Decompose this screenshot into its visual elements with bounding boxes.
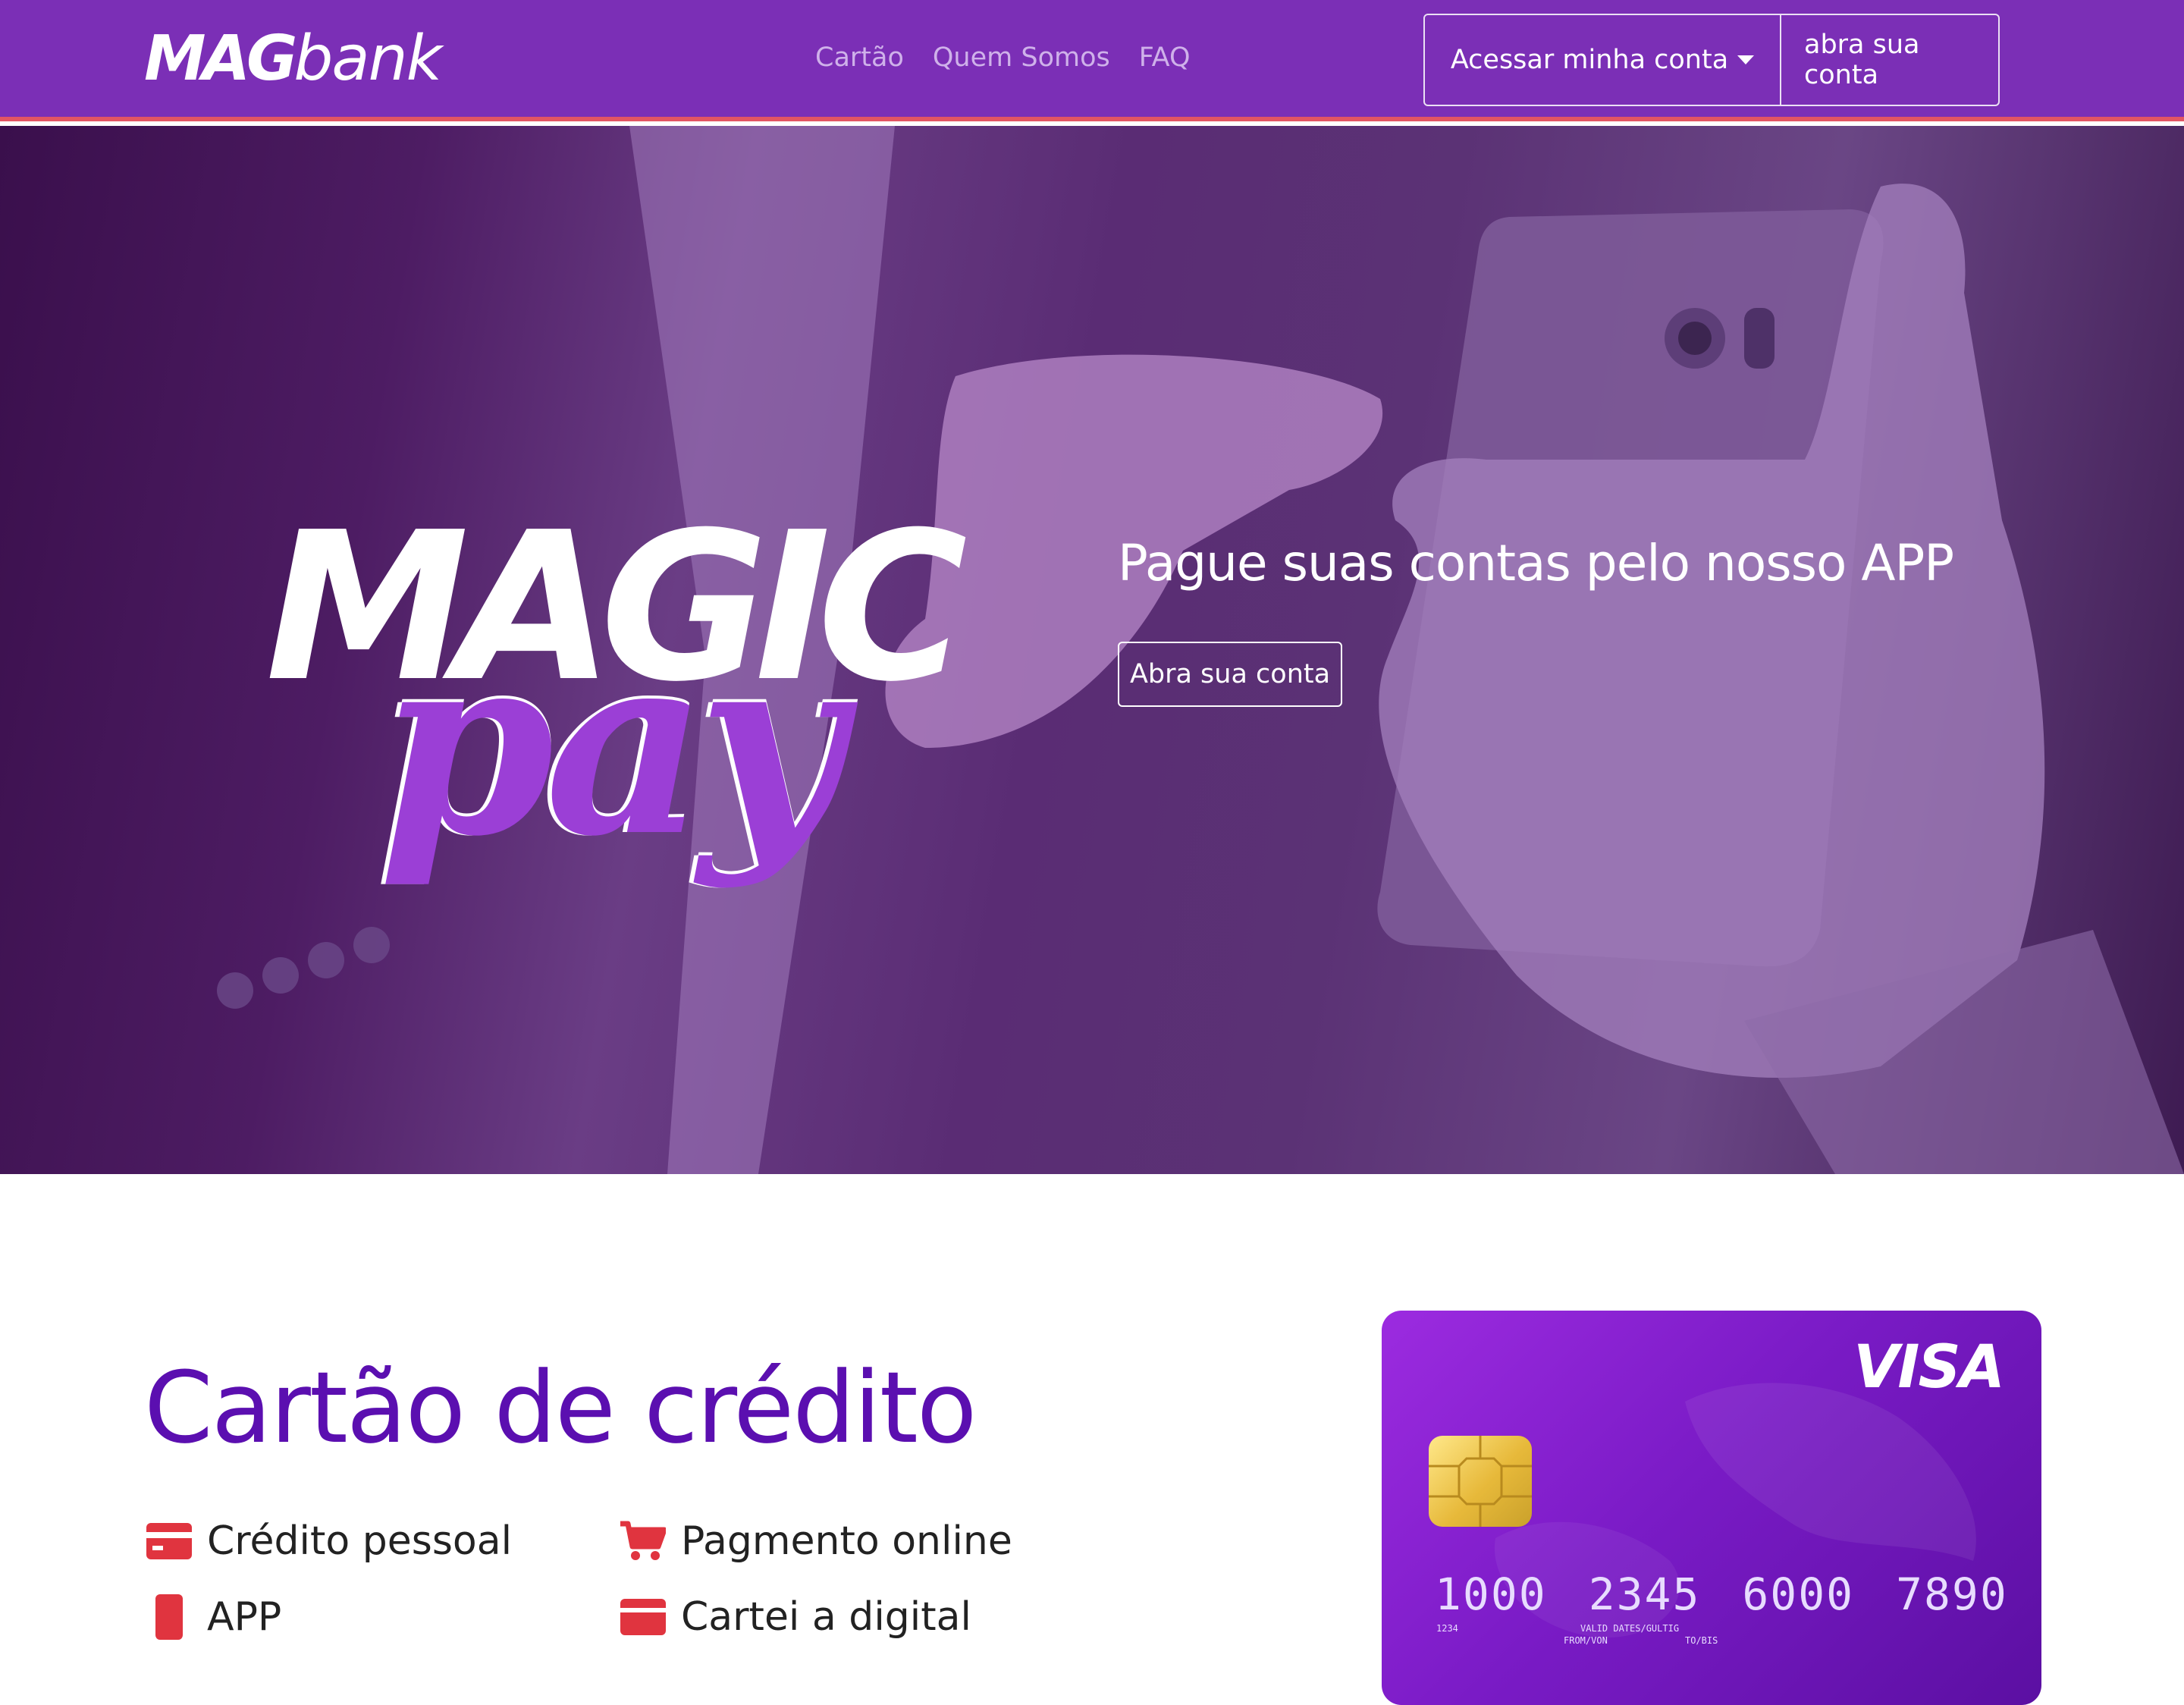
mobile-icon	[146, 1594, 192, 1640]
login-dropdown-button[interactable]: Acessar minha conta	[1425, 15, 1781, 105]
card-from-label: FROM/VON	[1564, 1635, 1608, 1646]
login-button-label: Acessar minha conta	[1450, 45, 1729, 75]
credit-card-icon	[146, 1518, 192, 1564]
feature-credito-pessoal: Crédito pessoal	[146, 1518, 512, 1564]
wallet-icon	[620, 1594, 666, 1640]
hero-open-account-button[interactable]: Abra sua conta	[1118, 642, 1342, 707]
card-valid-label: VALID DATES/GULTIG	[1580, 1623, 1680, 1634]
account-button-group: Acessar minha conta abra sua conta	[1423, 14, 2000, 106]
open-account-label: abra sua conta	[1804, 30, 1920, 90]
hero-cta-label: Abra sua conta	[1129, 659, 1331, 689]
caret-down-icon	[1737, 55, 1755, 64]
card-chip-icon	[1429, 1436, 1532, 1527]
credit-card-image: VISA 1000 2345 6000 7890 1234 VALID DATE…	[1382, 1311, 2041, 1705]
feature-app: APP	[146, 1594, 281, 1640]
nav-link-faq[interactable]: FAQ	[1139, 42, 1191, 73]
hero-banner: MAGIC pay Pague suas contas pelo nosso A…	[0, 126, 2184, 1174]
feature-label: Cartei a digital	[681, 1594, 971, 1640]
card-number-group: 1000	[1435, 1568, 1547, 1620]
card-number: 1000 2345 6000 7890	[1435, 1568, 2008, 1620]
card-to-label: TO/BIS	[1685, 1635, 1718, 1646]
card-number-group: 7890	[1896, 1568, 2008, 1620]
open-account-button[interactable]: abra sua conta	[1781, 15, 1998, 105]
feature-carteira-digital: Cartei a digital	[620, 1594, 971, 1640]
credit-section-title: Cartão de crédito	[144, 1350, 977, 1465]
hero-headline: Pague suas contas pelo nosso APP	[1118, 534, 1954, 592]
shopping-cart-icon	[620, 1518, 666, 1564]
top-navbar: MAG bank Cartão Quem Somos FAQ Acessar m…	[0, 0, 2184, 121]
magic-pay-logo: MAGIC pay	[265, 505, 1069, 1036]
feature-label: Pagmento online	[681, 1518, 1012, 1564]
magbank-logo[interactable]: MAG bank	[144, 23, 442, 99]
feature-pagamento-online: Pagmento online	[620, 1518, 1012, 1564]
visa-logo: VISA	[1853, 1333, 2005, 1402]
card-number-group: 2345	[1588, 1568, 1701, 1620]
logo-text-bold: MAG	[144, 23, 297, 95]
nav-link-cartao[interactable]: Cartão	[815, 42, 904, 73]
card-number-group: 6000	[1742, 1568, 1855, 1620]
magic-pay-word-pay: pay	[379, 597, 843, 891]
nav-links: Cartão Quem Somos FAQ	[815, 42, 1191, 73]
feature-label: Crédito pessoal	[207, 1518, 513, 1564]
nav-link-quem-somos[interactable]: Quem Somos	[933, 42, 1110, 73]
logo-text-light: bank	[293, 23, 442, 95]
card-small-code: 1234	[1436, 1623, 1458, 1634]
feature-label: APP	[207, 1594, 282, 1640]
